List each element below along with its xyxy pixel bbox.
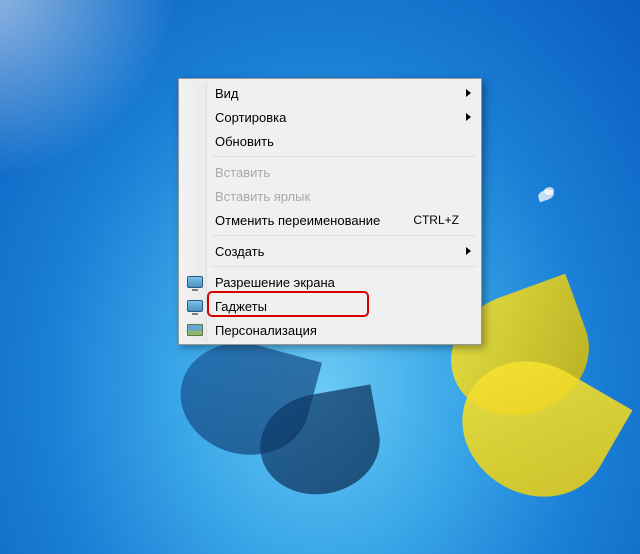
menu-item-shortcut: CTRL+Z: [413, 213, 459, 227]
menu-separator: [211, 156, 477, 157]
menu-item-label: Вставить: [215, 165, 459, 180]
submenu-arrow-icon: [466, 247, 471, 255]
monitor-icon: [186, 274, 204, 290]
menu-separator: [211, 235, 477, 236]
menu-item-screen-resolution[interactable]: Разрешение экрана: [181, 270, 479, 294]
menu-item-label: Разрешение экрана: [215, 275, 459, 290]
menu-item-label: Персонализация: [215, 323, 459, 338]
menu-item-new[interactable]: Создать: [181, 239, 479, 263]
menu-item-gadgets[interactable]: Гаджеты: [181, 294, 479, 318]
light-ray: [0, 0, 180, 180]
menu-item-paste: Вставить: [181, 160, 479, 184]
menu-separator: [211, 266, 477, 267]
desktop[interactable]: Вид Сортировка Обновить Вставить Вставит…: [0, 0, 640, 554]
menu-item-label: Вид: [215, 86, 459, 101]
submenu-arrow-icon: [466, 89, 471, 97]
desktop-context-menu: Вид Сортировка Обновить Вставить Вставит…: [178, 78, 482, 345]
menu-item-label: Создать: [215, 244, 459, 259]
menu-item-refresh[interactable]: Обновить: [181, 129, 479, 153]
menu-item-sort[interactable]: Сортировка: [181, 105, 479, 129]
picture-icon: [186, 322, 204, 338]
menu-item-label: Вставить ярлык: [215, 189, 459, 204]
submenu-arrow-icon: [466, 113, 471, 121]
menu-item-label: Сортировка: [215, 110, 459, 125]
menu-item-undo-rename[interactable]: Отменить переименование CTRL+Z: [181, 208, 479, 232]
menu-item-view[interactable]: Вид: [181, 81, 479, 105]
monitor-icon: [186, 298, 204, 314]
wallpaper-dove: [538, 190, 560, 206]
menu-item-label: Обновить: [215, 134, 459, 149]
menu-item-label: Гаджеты: [215, 299, 459, 314]
menu-item-paste-shortcut: Вставить ярлык: [181, 184, 479, 208]
menu-item-personalize[interactable]: Персонализация: [181, 318, 479, 342]
menu-item-label: Отменить переименование: [215, 213, 413, 228]
